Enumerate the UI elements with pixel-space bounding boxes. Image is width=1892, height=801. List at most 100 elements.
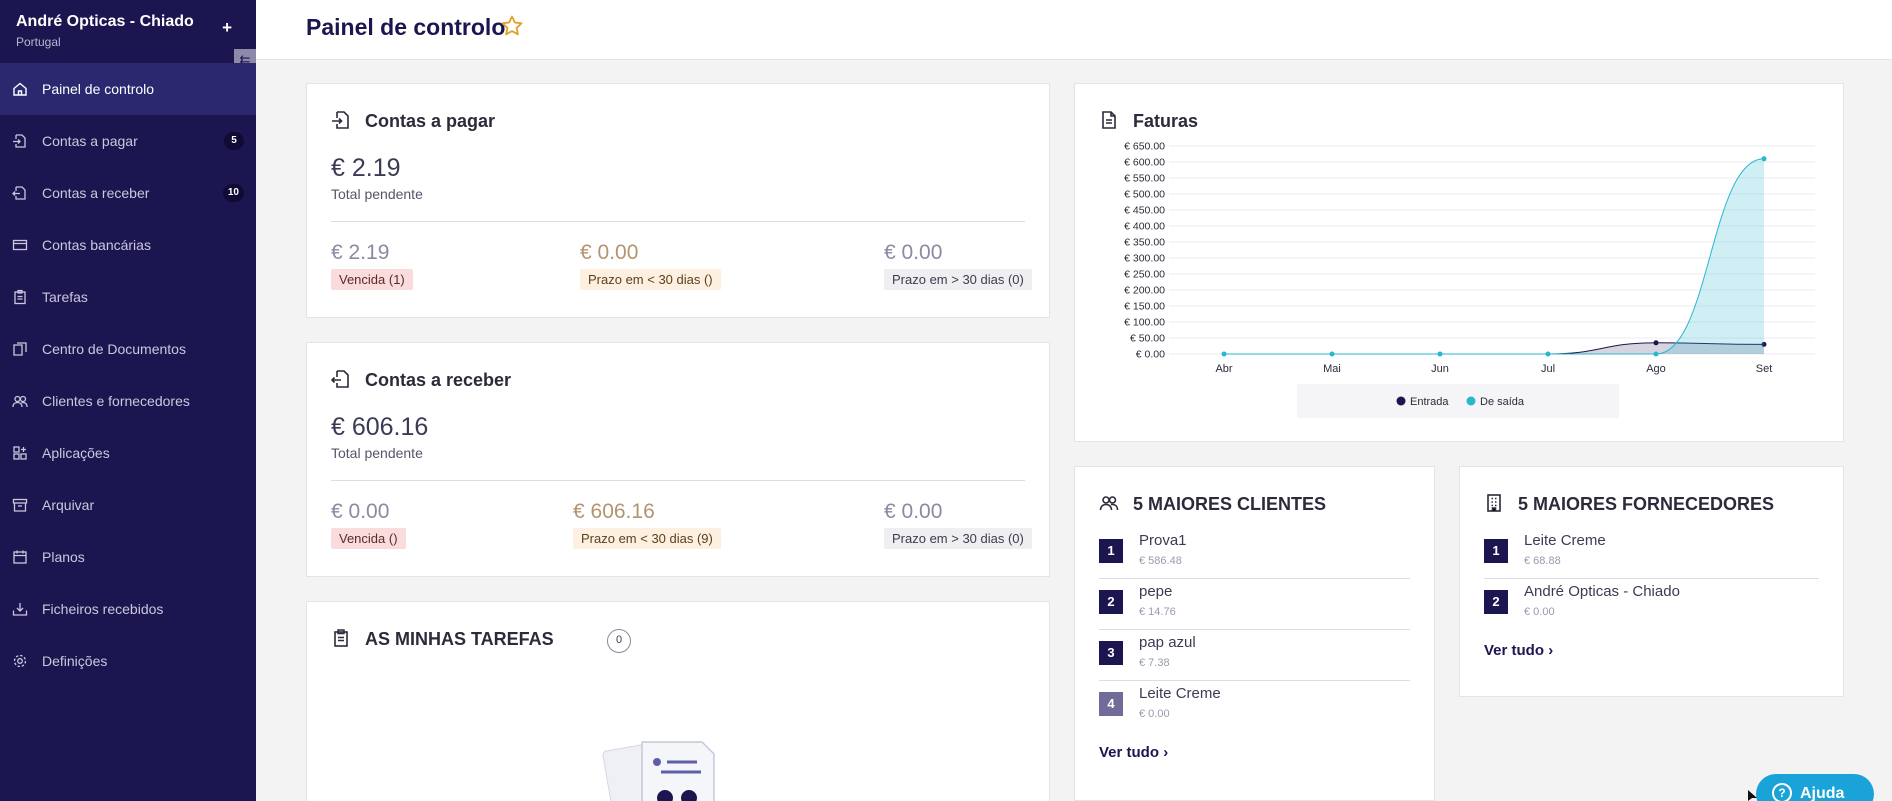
payables-total-label: Total pendente [331,186,423,202]
y-tick-label: € 650.00 [1124,141,1165,153]
invoices-chart: € 0.00 € 50.00 € 100.00 € 150.00 € 200.00 € 2… [1124,141,1815,418]
tasks-title: AS MINHAS TAREFAS [365,629,554,649]
sidebar-item-label: Planos [42,549,85,565]
credit-card-icon [12,237,28,253]
users-icon [12,393,28,409]
clipboard-icon [12,289,28,305]
receivables-due-soon-badge[interactable]: Prazo em < 30 dias (9) [573,528,721,549]
client-value: € 7.38 [1139,657,1170,669]
receivables-overdue-amount: € 0.00 [331,500,390,523]
archive-icon [12,497,28,513]
top-suppliers-card: 5 MAIORES FORNECEDORES 1 Leite Creme € 6… [1459,466,1844,697]
chevron-right-icon: › [1548,642,1554,659]
sidebar-item-label: Contas bancárias [42,237,151,253]
sidebar-item-received-files[interactable]: Ficheiros recebidos [0,583,256,635]
top-client-row[interactable]: 2 pepe € 14.76 [1099,579,1410,630]
mouse-cursor-icon [1748,790,1757,801]
top-client-row[interactable]: 1 Prova1 € 586.48 [1099,528,1410,579]
supplier-value: € 68.88 [1524,555,1561,567]
legend-marker [1466,396,1476,406]
rank-number: 2 [1484,590,1508,614]
supplier-name: Leite Creme [1524,532,1606,549]
sidebar-item-label: Contas a receber [42,185,150,201]
sidebar-item-document-center[interactable]: Centro de Documentos [0,323,256,375]
sidebar-item-label: Ficheiros recebidos [42,601,164,617]
rank-number: 3 [1099,641,1123,665]
data-point [1653,340,1659,346]
data-point [1329,351,1335,357]
file-out-icon [12,185,28,201]
legend-marker [1396,396,1406,406]
see-all-clients-link[interactable]: Ver tudo › [1099,744,1168,761]
top-client-row[interactable]: 4 Leite Creme € 0.00 [1099,681,1410,732]
top-clients-card: 5 MAIORES CLIENTES 1 Prova1 € 586.48 2 p… [1074,466,1435,801]
favorite-star-icon[interactable] [500,14,524,38]
see-all-suppliers-link[interactable]: Ver tudo › [1484,642,1553,659]
y-tick-label: € 50.00 [1130,333,1165,345]
y-tick-label: € 500.00 [1124,189,1165,201]
top-supplier-row[interactable]: 1 Leite Creme € 68.88 [1484,528,1819,579]
sidebar-item-archive[interactable]: Arquivar [0,479,256,531]
receivables-total: € 606.16 [331,413,429,441]
file-in-icon [12,133,28,149]
chevron-right-icon: › [1163,744,1169,761]
documents-icon [12,341,28,357]
supplier-name: André Opticas - Chiado [1524,583,1680,600]
y-tick-label: € 200.00 [1124,285,1165,297]
payables-card: Contas a pagar € 2.19 Total pendente € 2… [306,83,1050,318]
see-all-label: Ver tudo [1099,744,1160,761]
sidebar-item-payables[interactable]: Contas a pagar 5 [0,115,256,167]
invoices-card: Faturas € 0.00 € 50.00 € 100.00 € 150.00 € 2… [1074,83,1844,442]
empty-tasks-illustration [602,741,715,801]
sidebar-item-label: Contas a pagar [42,133,138,149]
top-client-row[interactable]: 3 pap azul € 7.38 [1099,630,1410,681]
series-line-de-sa-da [1224,158,1765,355]
payables-due-soon-amount: € 0.00 [580,241,639,264]
calendar-icon [12,549,28,565]
payables-overdue-badge[interactable]: Vencida (1) [331,269,413,290]
receivables-title: Contas a receber [365,370,512,390]
payables-overdue-amount: € 2.19 [331,241,390,264]
help-button[interactable]: ? Ajuda [1756,774,1874,801]
supplier-value: € 0.00 [1524,606,1555,618]
users-icon [1099,493,1119,513]
sidebar-item-label: Clientes e fornecedores [42,393,190,409]
client-value: € 14.76 [1139,606,1176,618]
top-suppliers-title: 5 MAIORES FORNECEDORES [1518,494,1775,514]
see-all-label: Ver tudo [1484,642,1545,659]
company-country: Portugal [16,35,61,49]
sidebar-item-receivables[interactable]: Contas a receber 10 [0,167,256,219]
sidebar-item-plans[interactable]: Planos [0,531,256,583]
payables-due-later-badge[interactable]: Prazo em > 30 dias (0) [884,269,1032,290]
clipboard-icon [331,628,351,648]
x-tick-label: Ago [1646,363,1666,375]
inbox-download-icon [12,601,28,617]
sidebar-item-apps[interactable]: Aplicações [0,427,256,479]
payables-due-soon-badge[interactable]: Prazo em < 30 dias () [580,269,721,290]
sidebar-item-label: Tarefas [42,289,88,305]
top-bar: Painel de controlo [256,0,1892,60]
y-tick-label: € 400.00 [1124,221,1165,233]
sidebar-item-tasks[interactable]: Tarefas [0,271,256,323]
sidebar-item-contacts[interactable]: Clientes e fornecedores [0,375,256,427]
client-name: Leite Creme [1139,685,1221,702]
receivables-overdue-badge[interactable]: Vencida () [331,528,406,549]
tasks-card: AS MINHAS TAREFAS 0 [306,601,1050,801]
sidebar-item-settings[interactable]: Definições [0,635,256,687]
data-point [1221,351,1227,357]
sidebar-item-dashboard[interactable]: Painel de controlo [0,63,256,115]
divider [331,221,1025,222]
sidebar-item-label: Centro de Documentos [42,341,186,357]
receivables-due-later-badge[interactable]: Prazo em > 30 dias (0) [884,528,1032,549]
legend-label: Entrada [1410,396,1449,408]
x-tick-label: Set [1756,363,1773,375]
top-supplier-row[interactable]: 2 André Opticas - Chiado € 0.00 [1484,579,1819,630]
company-header[interactable]: André Opticas - Chiado Portugal + ⇇ [0,0,256,71]
client-value: € 586.48 [1139,555,1182,567]
sidebar-item-bank-accounts[interactable]: Contas bancárias [0,219,256,271]
y-tick-label: € 350.00 [1124,237,1165,249]
data-point [1761,156,1767,162]
y-tick-label: € 550.00 [1124,173,1165,185]
client-name: Prova1 [1139,532,1187,549]
add-company-icon[interactable]: + [222,18,232,38]
